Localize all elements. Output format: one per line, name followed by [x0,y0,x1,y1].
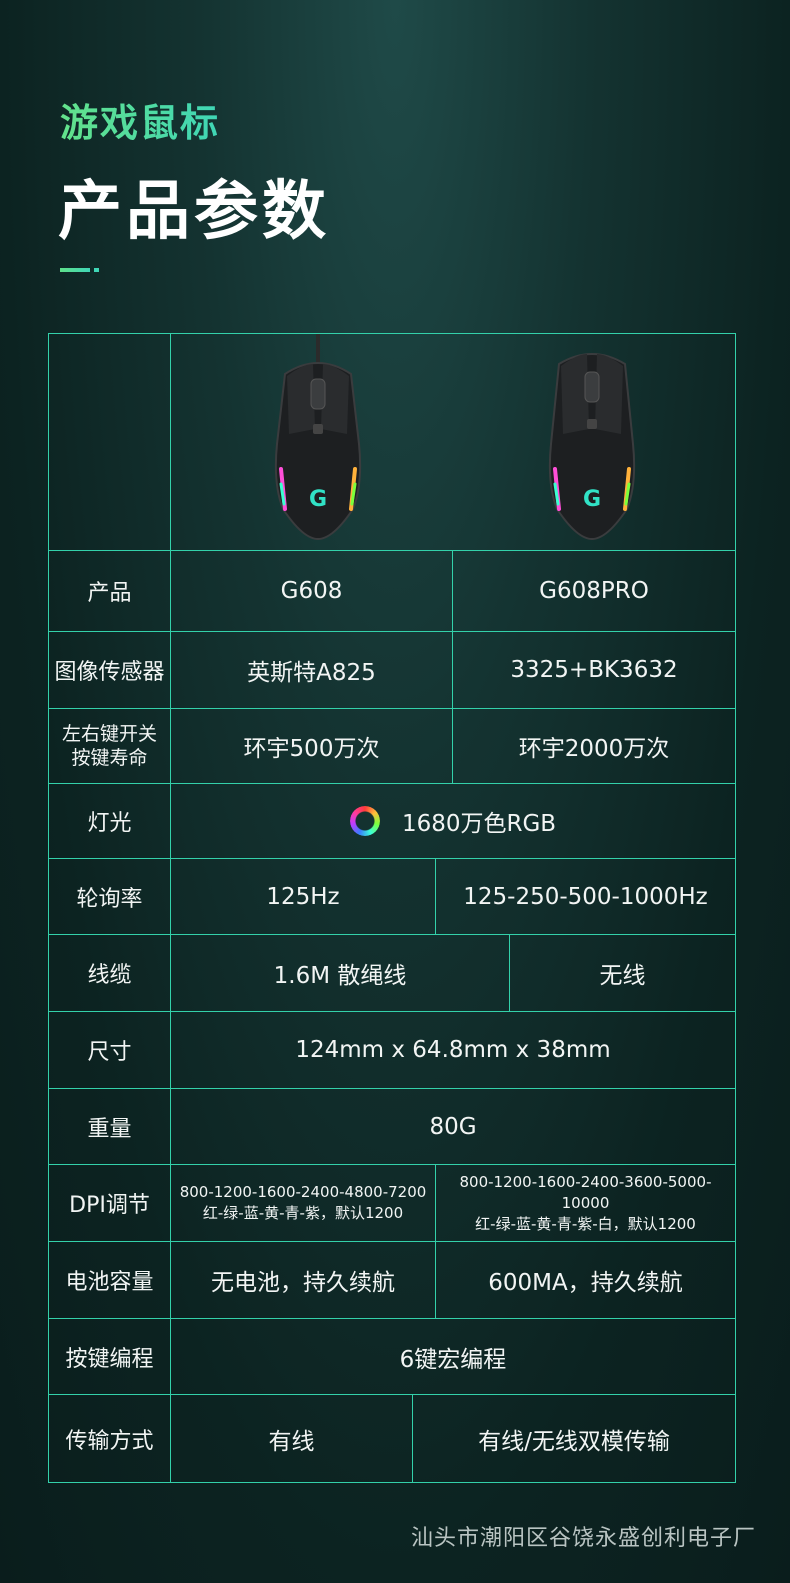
page-subtitle: 游戏鼠标 [60,92,220,147]
dpi-g608pro: 800-1200-1600-2400-3600-5000-10000 红-绿-蓝… [436,1165,735,1241]
dpi-g608pro-colors: 红-绿-蓝-黄-青-紫-白，默认1200 [475,1214,696,1233]
dpi-g608-levels: 800-1200-1600-2400-4800-7200 [179,1183,427,1201]
product-g608pro: G608PRO [539,578,649,604]
lighting-value: 1680万色RGB [401,811,557,837]
size-label: 尺寸 [49,1012,171,1088]
weight-label: 重量 [49,1089,171,1164]
dpi-g608pro-levels: 800-1200-1600-2400-3600-5000-10000 [459,1172,712,1212]
battery-g608: 无电池，持久续航 [171,1242,436,1318]
product-images: G G [171,334,735,550]
sensor-row: 图像传感器 英斯特A825 3325+BK3632 [49,632,735,709]
macro-label: 按键编程 [49,1319,171,1394]
company-footer: 汕头市潮阳区谷饶永盛创利电子厂 [410,1526,756,1551]
svg-text:G: G [583,487,601,512]
size-row: 尺寸 124mm x 64.8mm x 38mm [49,1012,735,1089]
lighting-value-cell: 1680万色RGB [171,784,735,858]
spec-table: G G 产品 G608 G608PRO 图像传感器 英斯特A825 3325+B… [48,333,736,1483]
weight-value: 80G [429,1113,477,1140]
macro-value: 6键宏编程 [399,1346,507,1373]
dpi-row: DPI调节 800-1200-1600-2400-4800-7200 红-绿-蓝… [49,1165,735,1242]
lighting-row: 灯光 1680万色RGB [49,784,735,859]
polling-g608pro: 125-250-500-1000Hz [463,883,708,910]
sensor-label: 图像传感器 [49,632,171,708]
page-title: 产品参数 [58,175,330,249]
battery-label: 电池容量 [49,1242,171,1318]
product-label: 产品 [49,551,171,631]
rgb-ring-icon [349,806,380,836]
cable-g608: 1.6M 散绳线 [171,935,510,1011]
transfer-g608pro: 有线/无线双模传输 [478,1428,670,1455]
weight-row: 重量 80G [49,1089,735,1165]
transfer-row: 传输方式 有线 有线/无线双模传输 [49,1395,735,1482]
image-row: G G [49,334,735,551]
polling-label: 轮询率 [49,859,171,934]
battery-row: 电池容量 无电池，持久续航 600MA，持久续航 [49,1242,735,1319]
sensor-g608: 英斯特A825 [171,632,453,708]
dpi-g608: 800-1200-1600-2400-4800-7200 红-绿-蓝-黄-青-紫… [171,1165,436,1241]
polling-g608: 125Hz [171,859,436,934]
dpi-g608-colors: 红-绿-蓝-黄-青-紫，默认1200 [202,1204,404,1222]
product-row: 产品 G608 G608PRO [49,551,735,632]
mouse-wired-image: G [274,334,362,541]
lighting-label: 灯光 [49,784,171,858]
switch-life-row: 左右键开关 按键寿命 环宇500万次 环宇2000万次 [49,709,735,784]
dpi-label: DPI调节 [49,1165,171,1241]
product-g608: G608 [171,551,453,631]
mouse-wireless-image: G [548,353,636,541]
svg-text:G: G [309,487,327,512]
polling-row: 轮询率 125Hz 125-250-500-1000Hz [49,859,735,935]
transfer-g608: 有线 [171,1395,413,1482]
title-accent-line [60,268,90,272]
switch-life-label-line1: 左右键开关 [61,723,157,745]
cable-label: 线缆 [49,935,171,1011]
size-value: 124mm x 64.8mm x 38mm [295,1037,611,1063]
sensor-g608pro: 3325+BK3632 [510,657,678,683]
title-accent-dot [94,268,99,272]
switch-life-label: 左右键开关 按键寿命 [49,709,171,783]
switch-life-g608pro: 环宇2000万次 [518,736,670,762]
switch-life-g608: 环宇500万次 [171,709,453,783]
transfer-label: 传输方式 [49,1395,171,1482]
switch-life-label-line2: 按键寿命 [71,747,148,769]
macro-row: 按键编程 6键宏编程 [49,1319,735,1395]
battery-g608pro: 600MA，持久续航 [488,1270,683,1296]
cable-g608pro: 无线 [599,963,646,989]
image-row-label [49,334,171,550]
cable-row: 线缆 1.6M 散绳线 无线 [49,935,735,1012]
